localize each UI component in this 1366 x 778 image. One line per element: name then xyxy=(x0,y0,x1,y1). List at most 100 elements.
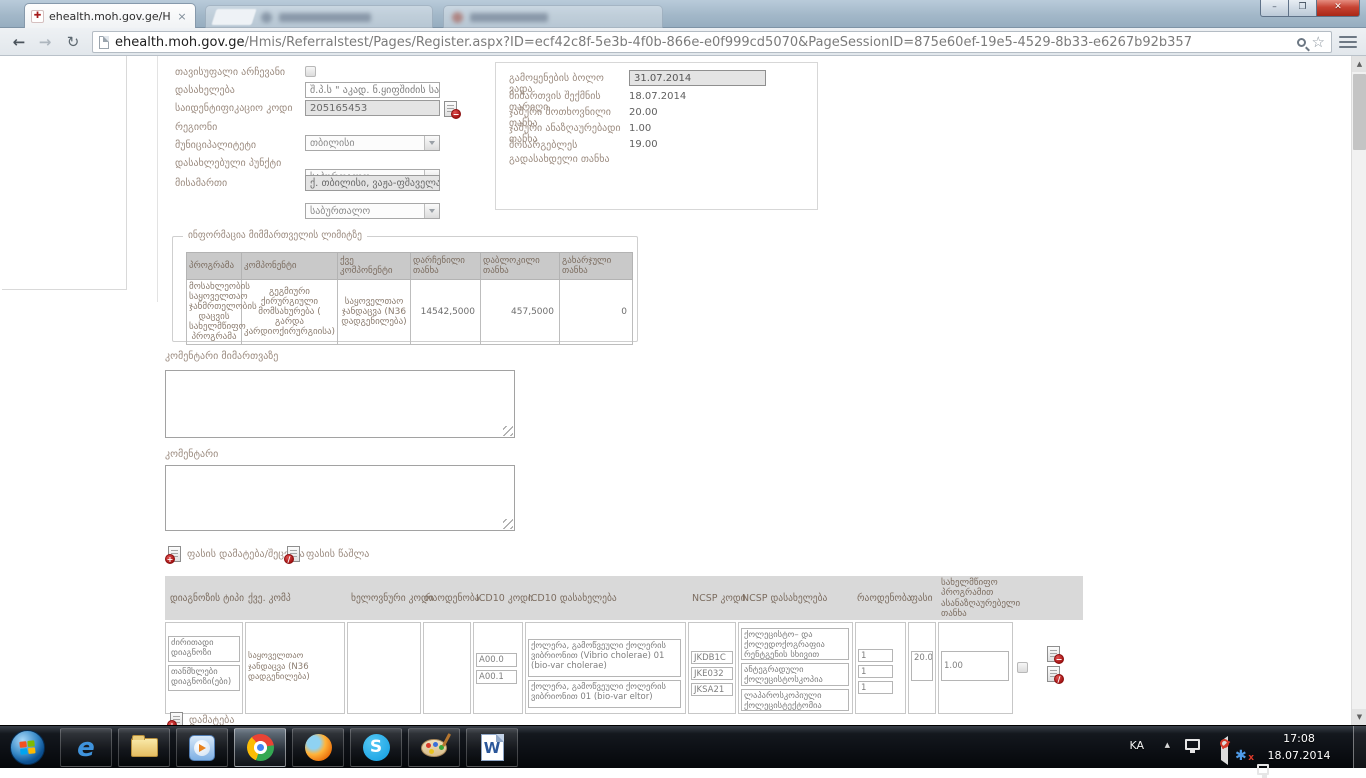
taskbar-paint-button[interactable] xyxy=(408,728,460,767)
limit-col-component: კომპონენტი xyxy=(244,261,297,271)
limit-subcomponent-cell: საყოველთაო ჯანდაცვა (N36 დადგენილება) xyxy=(338,280,411,345)
show-desktop-button[interactable] xyxy=(1353,726,1366,769)
limit-col-program: პროგრამა xyxy=(189,261,234,271)
settlement-select[interactable]: საბურთალო xyxy=(305,203,440,219)
forward-button[interactable]: → xyxy=(34,31,56,53)
free-choice-checkbox[interactable] xyxy=(305,66,316,77)
clear-id-icon[interactable]: − xyxy=(444,101,457,117)
price-box[interactable]: 20.00 xyxy=(911,651,933,681)
bookmark-star-icon[interactable]: ☆ xyxy=(1312,32,1325,52)
secondary-diagnosis-input[interactable]: თანმხლები დიაგნოზი(ები) xyxy=(168,665,240,691)
tab-background-2[interactable] xyxy=(443,5,663,28)
clock-time: 17:08 xyxy=(1256,730,1342,747)
url-domain: ehealth.moh.gov.ge xyxy=(115,35,245,50)
volume-muted-icon[interactable] xyxy=(1216,741,1228,760)
taskbar-firefox-button[interactable] xyxy=(292,728,344,767)
referral-info-panel: გამოყენების ბოლო ვადა 31.07.2014 მიმართვ… xyxy=(495,62,818,210)
col-diagnosis-type: დიაგნოზის ტიპი xyxy=(170,593,244,604)
icd10-code-cell: A00.0 A00.1 xyxy=(473,622,523,714)
quantity-input[interactable]: 1 xyxy=(858,649,893,662)
zoom-icon[interactable] xyxy=(1297,38,1306,47)
reimbursable-box[interactable]: 1.00 xyxy=(941,651,1009,681)
back-button[interactable]: ← xyxy=(8,31,30,53)
scroll-up-icon[interactable]: ▲ xyxy=(1352,56,1366,72)
col-quantity: რაოდენობა xyxy=(425,593,480,604)
region-select[interactable]: თბილისი xyxy=(305,135,440,151)
page-icon xyxy=(99,36,109,49)
document-icon: ∕ xyxy=(287,546,300,562)
id-code-input[interactable]: 205165453 xyxy=(305,100,440,116)
taskbar-chrome-button[interactable] xyxy=(234,728,286,767)
scrollbar-thumb[interactable] xyxy=(1353,74,1366,150)
left-empty-panel xyxy=(2,56,127,290)
limit-component-cell: გეგმიური ქირურგიული მომსახურება ( გარდა … xyxy=(242,280,338,345)
sync-app-icon[interactable]: ✱x xyxy=(1235,749,1250,763)
artificial-code-cell xyxy=(347,622,421,714)
tab-active[interactable]: ✚ ehealth.moh.gov.ge/Hmis × xyxy=(24,3,196,28)
tab-close-icon[interactable]: × xyxy=(175,10,189,23)
requested-value: 20.00 xyxy=(629,107,658,118)
limit-remaining-cell: 14542,5000 xyxy=(411,280,481,345)
ncsp-code-input[interactable]: JKDB1C xyxy=(691,651,733,664)
url-bar[interactable]: ehealth.moh.gov.ge/Hmis/Referralstest/Pa… xyxy=(92,31,1332,53)
site-favicon-icon: ✚ xyxy=(31,10,44,23)
scroll-down-icon[interactable]: ▼ xyxy=(1352,709,1366,725)
referral-comment-textarea[interactable] xyxy=(165,370,515,438)
icd10-name-box[interactable]: ქოლერა, გამოწვეული ქოლერის ვიბრიონით (Vi… xyxy=(528,639,681,677)
clock[interactable]: 17:08 18.07.2014 xyxy=(1256,730,1342,764)
url-text[interactable]: ehealth.moh.gov.ge/Hmis/Referralstest/Pa… xyxy=(115,35,1291,50)
row-delete-icon[interactable]: ∕ xyxy=(1047,666,1060,682)
settlement-value: საბურთალო xyxy=(310,206,370,217)
ncsp-code-input[interactable]: JKSA21 xyxy=(691,683,733,696)
window-close-button[interactable]: ✕ xyxy=(1317,0,1360,17)
window-minimize-button[interactable]: – xyxy=(1260,0,1289,17)
quantity-input[interactable]: 1 xyxy=(858,681,893,694)
ncsp-name-box[interactable]: ანტეგრადული ქოლეცისტოსკოპია xyxy=(741,663,849,685)
language-indicator[interactable]: KA xyxy=(1129,739,1144,752)
delete-badge-icon: ∕ xyxy=(284,554,294,564)
taskbar-ie-button[interactable]: e xyxy=(60,728,112,767)
main-diagnosis-input[interactable]: ძირითადი დიაგნოზი xyxy=(168,636,240,662)
power-plug-icon[interactable] xyxy=(1257,764,1269,775)
network-icon[interactable] xyxy=(1185,739,1200,750)
icd10-code-input[interactable]: A00.1 xyxy=(476,670,517,684)
tab-background-1[interactable] xyxy=(205,5,433,28)
taskbar-word-button[interactable]: W xyxy=(466,728,518,767)
chrome-menu-icon[interactable] xyxy=(1338,34,1358,50)
address-input[interactable]: ქ. თბილისი, ვაჟა-ფშაველას №29 xyxy=(305,175,440,191)
col-subcomponent: ქვე. კომპ xyxy=(248,593,291,604)
ncsp-code-cell: JKDB1C JKE032 JKSA21 xyxy=(688,622,736,714)
col-icd10-name: ICD10 დასახელება xyxy=(528,593,617,604)
expiry-input[interactable]: 31.07.2014 xyxy=(629,70,766,86)
name-input[interactable]: შ.პ.ს " აკად. ნ.ყიფშიძის სახელობის ქ xyxy=(305,82,440,98)
ncsp-name-box[interactable]: ლაპაროსკოპიული ქოლეცისტექტომია xyxy=(741,689,849,711)
row-checkbox[interactable] xyxy=(1017,662,1028,673)
firefox-icon xyxy=(305,734,332,761)
resize-grip-icon[interactable] xyxy=(503,519,513,529)
taskbar-skype-button[interactable]: S xyxy=(350,728,402,767)
taskbar-wmp-button[interactable] xyxy=(176,728,228,767)
icd10-name-box[interactable]: ქოლერა, გამოწვეული ქოლერის ვიბრიონით 01 … xyxy=(528,680,681,708)
row-remove-icon[interactable]: − xyxy=(1047,646,1060,662)
price-delete-button[interactable]: ∕ ფასის წაშლა xyxy=(287,546,369,562)
row-select-cell xyxy=(1015,622,1033,714)
payable-label: მოსარგებლეს გადასახდელი თანხა xyxy=(509,139,621,167)
chevron-down-icon[interactable] xyxy=(424,136,439,150)
page-scrollbar[interactable]: ▲ ▼ xyxy=(1351,56,1366,725)
window-restore-button[interactable]: ❐ xyxy=(1289,0,1317,17)
chevron-down-icon[interactable] xyxy=(424,204,439,218)
system-tray: KA ▲ ✱x 17:08 18.07.2014 xyxy=(1351,726,1366,769)
start-button[interactable] xyxy=(10,730,45,765)
tray-expand-icon[interactable]: ▲ xyxy=(1165,741,1170,749)
ncsp-name-box[interactable]: ქოლეცისტო– და ქოლედოქოგრაფია რენტგენის ს… xyxy=(741,628,849,660)
tab-title-blurred xyxy=(279,13,371,22)
comment-textarea[interactable] xyxy=(165,465,515,531)
resize-grip-icon[interactable] xyxy=(503,426,513,436)
taskbar-explorer-button[interactable] xyxy=(118,728,170,767)
comment-label: კომენტარი xyxy=(165,449,218,460)
ncsp-code-input[interactable]: JKE032 xyxy=(691,667,733,680)
limit-col-subcomponent: ქვე კომპონენტი xyxy=(340,256,393,276)
quantity-input[interactable]: 1 xyxy=(858,665,893,678)
icd10-code-input[interactable]: A00.0 xyxy=(476,653,517,667)
refresh-button[interactable]: ↻ xyxy=(62,31,84,53)
